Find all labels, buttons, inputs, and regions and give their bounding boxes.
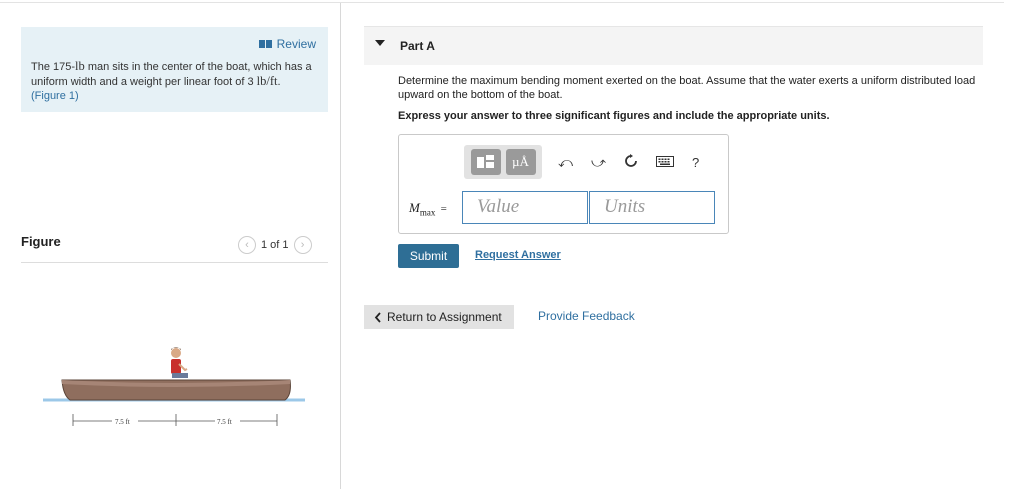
answer-variable: Mmax = bbox=[409, 200, 447, 218]
chevron-left-icon[interactable]: ‹ bbox=[238, 236, 256, 254]
figure-divider bbox=[21, 262, 328, 263]
templates-button[interactable] bbox=[470, 149, 501, 175]
return-label: Return to Assignment bbox=[387, 310, 502, 324]
figure-heading: Figure bbox=[21, 234, 61, 249]
submit-button[interactable]: Submit bbox=[398, 244, 459, 268]
return-to-assignment-button[interactable]: Return to Assignment bbox=[364, 305, 514, 329]
dimension-line bbox=[72, 414, 278, 426]
chevron-right-icon[interactable]: › bbox=[293, 236, 312, 254]
question-text: Determine the maximum bending moment exe… bbox=[398, 75, 976, 101]
pager-text: 1 of 1 bbox=[261, 239, 289, 251]
redo-icon[interactable]: ⤻ bbox=[591, 155, 606, 169]
units-icon: µÅ bbox=[512, 154, 529, 169]
dimension-right: 7.5 ft bbox=[217, 418, 232, 426]
help-icon[interactable]: ? bbox=[692, 156, 699, 169]
part-a-title: Part A bbox=[400, 39, 435, 53]
instruction-text: Express your answer to three significant… bbox=[398, 110, 830, 122]
math-toolbar: µÅ ⤺ ⤻ ? bbox=[464, 145, 699, 179]
collapse-caret-icon[interactable] bbox=[375, 40, 385, 46]
book-icon bbox=[258, 40, 272, 48]
figure-pager: ‹ 1 of 1 › bbox=[238, 236, 312, 254]
panel-divider bbox=[340, 3, 341, 489]
value-input[interactable]: Value bbox=[462, 191, 588, 224]
provide-feedback-link[interactable]: Provide Feedback bbox=[538, 309, 635, 323]
reset-icon[interactable] bbox=[624, 154, 638, 170]
review-link[interactable]: Review bbox=[258, 37, 316, 51]
review-label: Review bbox=[276, 37, 316, 51]
man-figure bbox=[171, 347, 188, 378]
undo-icon[interactable]: ⤺ bbox=[558, 155, 573, 169]
chevron-left-icon bbox=[374, 311, 381, 323]
problem-statement-box: Review The 175-lb man sits in the center… bbox=[21, 27, 328, 112]
top-divider bbox=[0, 2, 1004, 3]
problem-text: The 175-lb man sits in the center of the… bbox=[31, 59, 312, 102]
request-answer-link[interactable]: Request Answer bbox=[475, 249, 561, 261]
boat-figure: 7.5 ft 7.5 ft bbox=[43, 347, 305, 426]
units-input[interactable]: Units bbox=[589, 191, 715, 224]
templates-icon bbox=[476, 155, 494, 168]
keyboard-icon[interactable] bbox=[655, 155, 674, 169]
dimension-left: 7.5 ft bbox=[115, 418, 130, 426]
figure-link[interactable]: (Figure 1) bbox=[31, 90, 79, 102]
part-a-header: Part A bbox=[364, 26, 983, 65]
toolbar-button-group: µÅ bbox=[464, 145, 542, 179]
units-button[interactable]: µÅ bbox=[505, 149, 536, 175]
